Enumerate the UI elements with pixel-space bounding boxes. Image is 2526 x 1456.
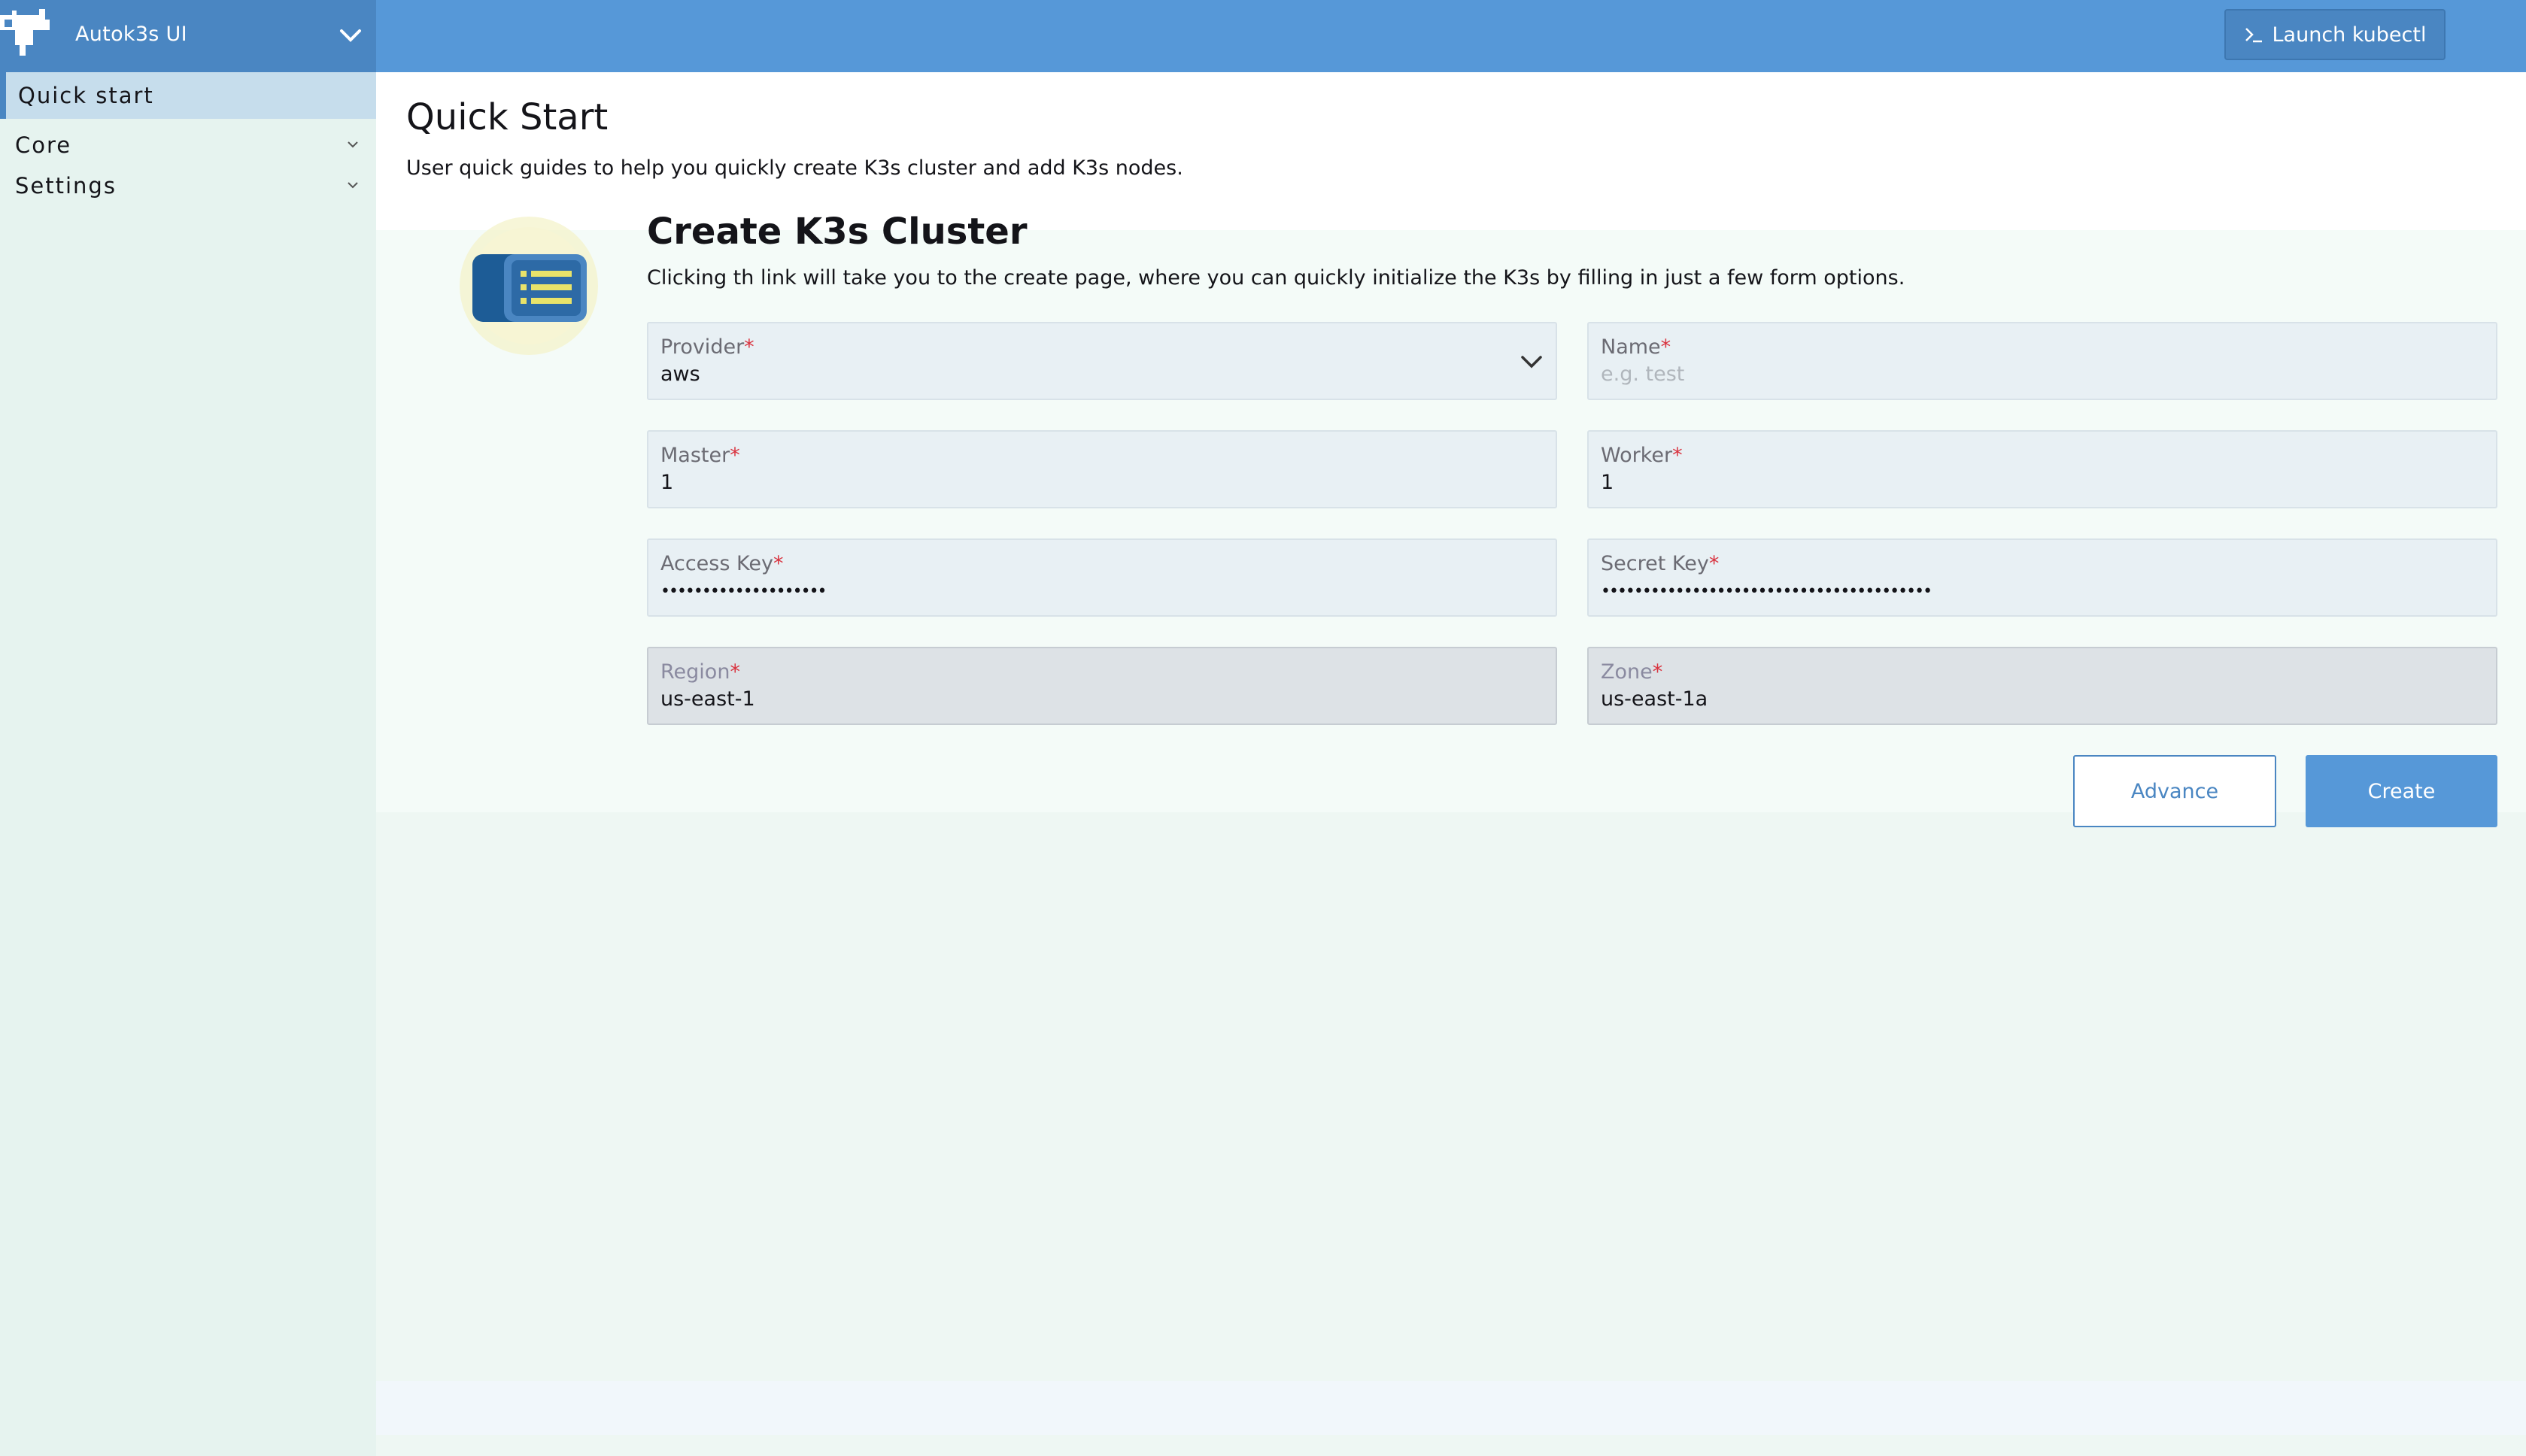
create-button[interactable]: Create <box>2306 755 2497 827</box>
name-field[interactable]: Name* e.g. test <box>1587 322 2497 400</box>
region-field[interactable]: Region* us-east-1 <box>647 647 1557 725</box>
chevron-down-icon <box>348 182 358 189</box>
sidebar: Quick start Core Settings <box>0 72 376 1456</box>
list-icon <box>460 217 598 355</box>
top-header: Autok3s UI Launch kubectl <box>0 0 2526 72</box>
zone-value: us-east-1a <box>1601 687 1708 711</box>
zone-label: Zone* <box>1601 660 1663 684</box>
sidebar-item-quick-start[interactable]: Quick start <box>0 72 376 119</box>
launch-kubectl-label: Launch kubectl <box>2272 23 2427 47</box>
footer-strip <box>376 1381 2526 1435</box>
card-description: Clicking th link will take you to the cr… <box>647 266 1905 290</box>
secret-key-label: Secret Key* <box>1601 552 1720 575</box>
terminal-icon <box>2245 28 2262 43</box>
provider-value: aws <box>660 362 700 386</box>
page-title: Quick Start <box>406 96 609 138</box>
advance-button[interactable]: Advance <box>2073 755 2276 827</box>
sidebar-item-label: Settings <box>15 173 117 199</box>
card-title: Create K3s Cluster <box>647 211 1028 253</box>
launch-kubectl-button[interactable]: Launch kubectl <box>2224 9 2446 60</box>
sidebar-item-core[interactable]: Core <box>0 122 376 168</box>
master-field[interactable]: Master* 1 <box>647 430 1557 508</box>
app-title: Autok3s UI <box>75 23 187 46</box>
worker-field[interactable]: Worker* 1 <box>1587 430 2497 508</box>
master-value: 1 <box>660 471 674 494</box>
access-key-value: •••••••••••••••••••• <box>660 582 827 601</box>
brand-switcher[interactable]: Autok3s UI <box>0 0 376 72</box>
worker-value: 1 <box>1601 471 1614 494</box>
chevron-down-icon[interactable] <box>1520 353 1544 370</box>
access-key-label: Access Key* <box>660 552 784 575</box>
region-value: us-east-1 <box>660 687 755 711</box>
page-header <box>376 72 2526 230</box>
app-root: Autok3s UI Launch kubectl Quick start Co… <box>0 0 2526 1456</box>
region-label: Region* <box>660 660 740 684</box>
autok3s-logo-icon <box>0 9 50 56</box>
provider-label: Provider* <box>660 335 754 359</box>
provider-select[interactable]: Provider* aws <box>647 322 1557 400</box>
sidebar-item-label: Quick start <box>18 83 154 108</box>
secret-key-value: •••••••••••••••••••••••••••••••••••••••• <box>1601 582 1932 601</box>
sidebar-item-label: Core <box>15 132 72 158</box>
chevron-down-icon[interactable] <box>339 27 363 44</box>
master-label: Master* <box>660 444 740 467</box>
access-key-field[interactable]: Access Key* •••••••••••••••••••• <box>647 538 1557 617</box>
secret-key-field[interactable]: Secret Key* ••••••••••••••••••••••••••••… <box>1587 538 2497 617</box>
zone-field[interactable]: Zone* us-east-1a <box>1587 647 2497 725</box>
sidebar-item-settings[interactable]: Settings <box>0 162 376 209</box>
page-subtitle: User quick guides to help you quickly cr… <box>406 156 1183 180</box>
name-placeholder: e.g. test <box>1601 362 1685 386</box>
name-label: Name* <box>1601 335 1671 359</box>
chevron-down-icon <box>348 141 358 148</box>
worker-label: Worker* <box>1601 444 1683 467</box>
